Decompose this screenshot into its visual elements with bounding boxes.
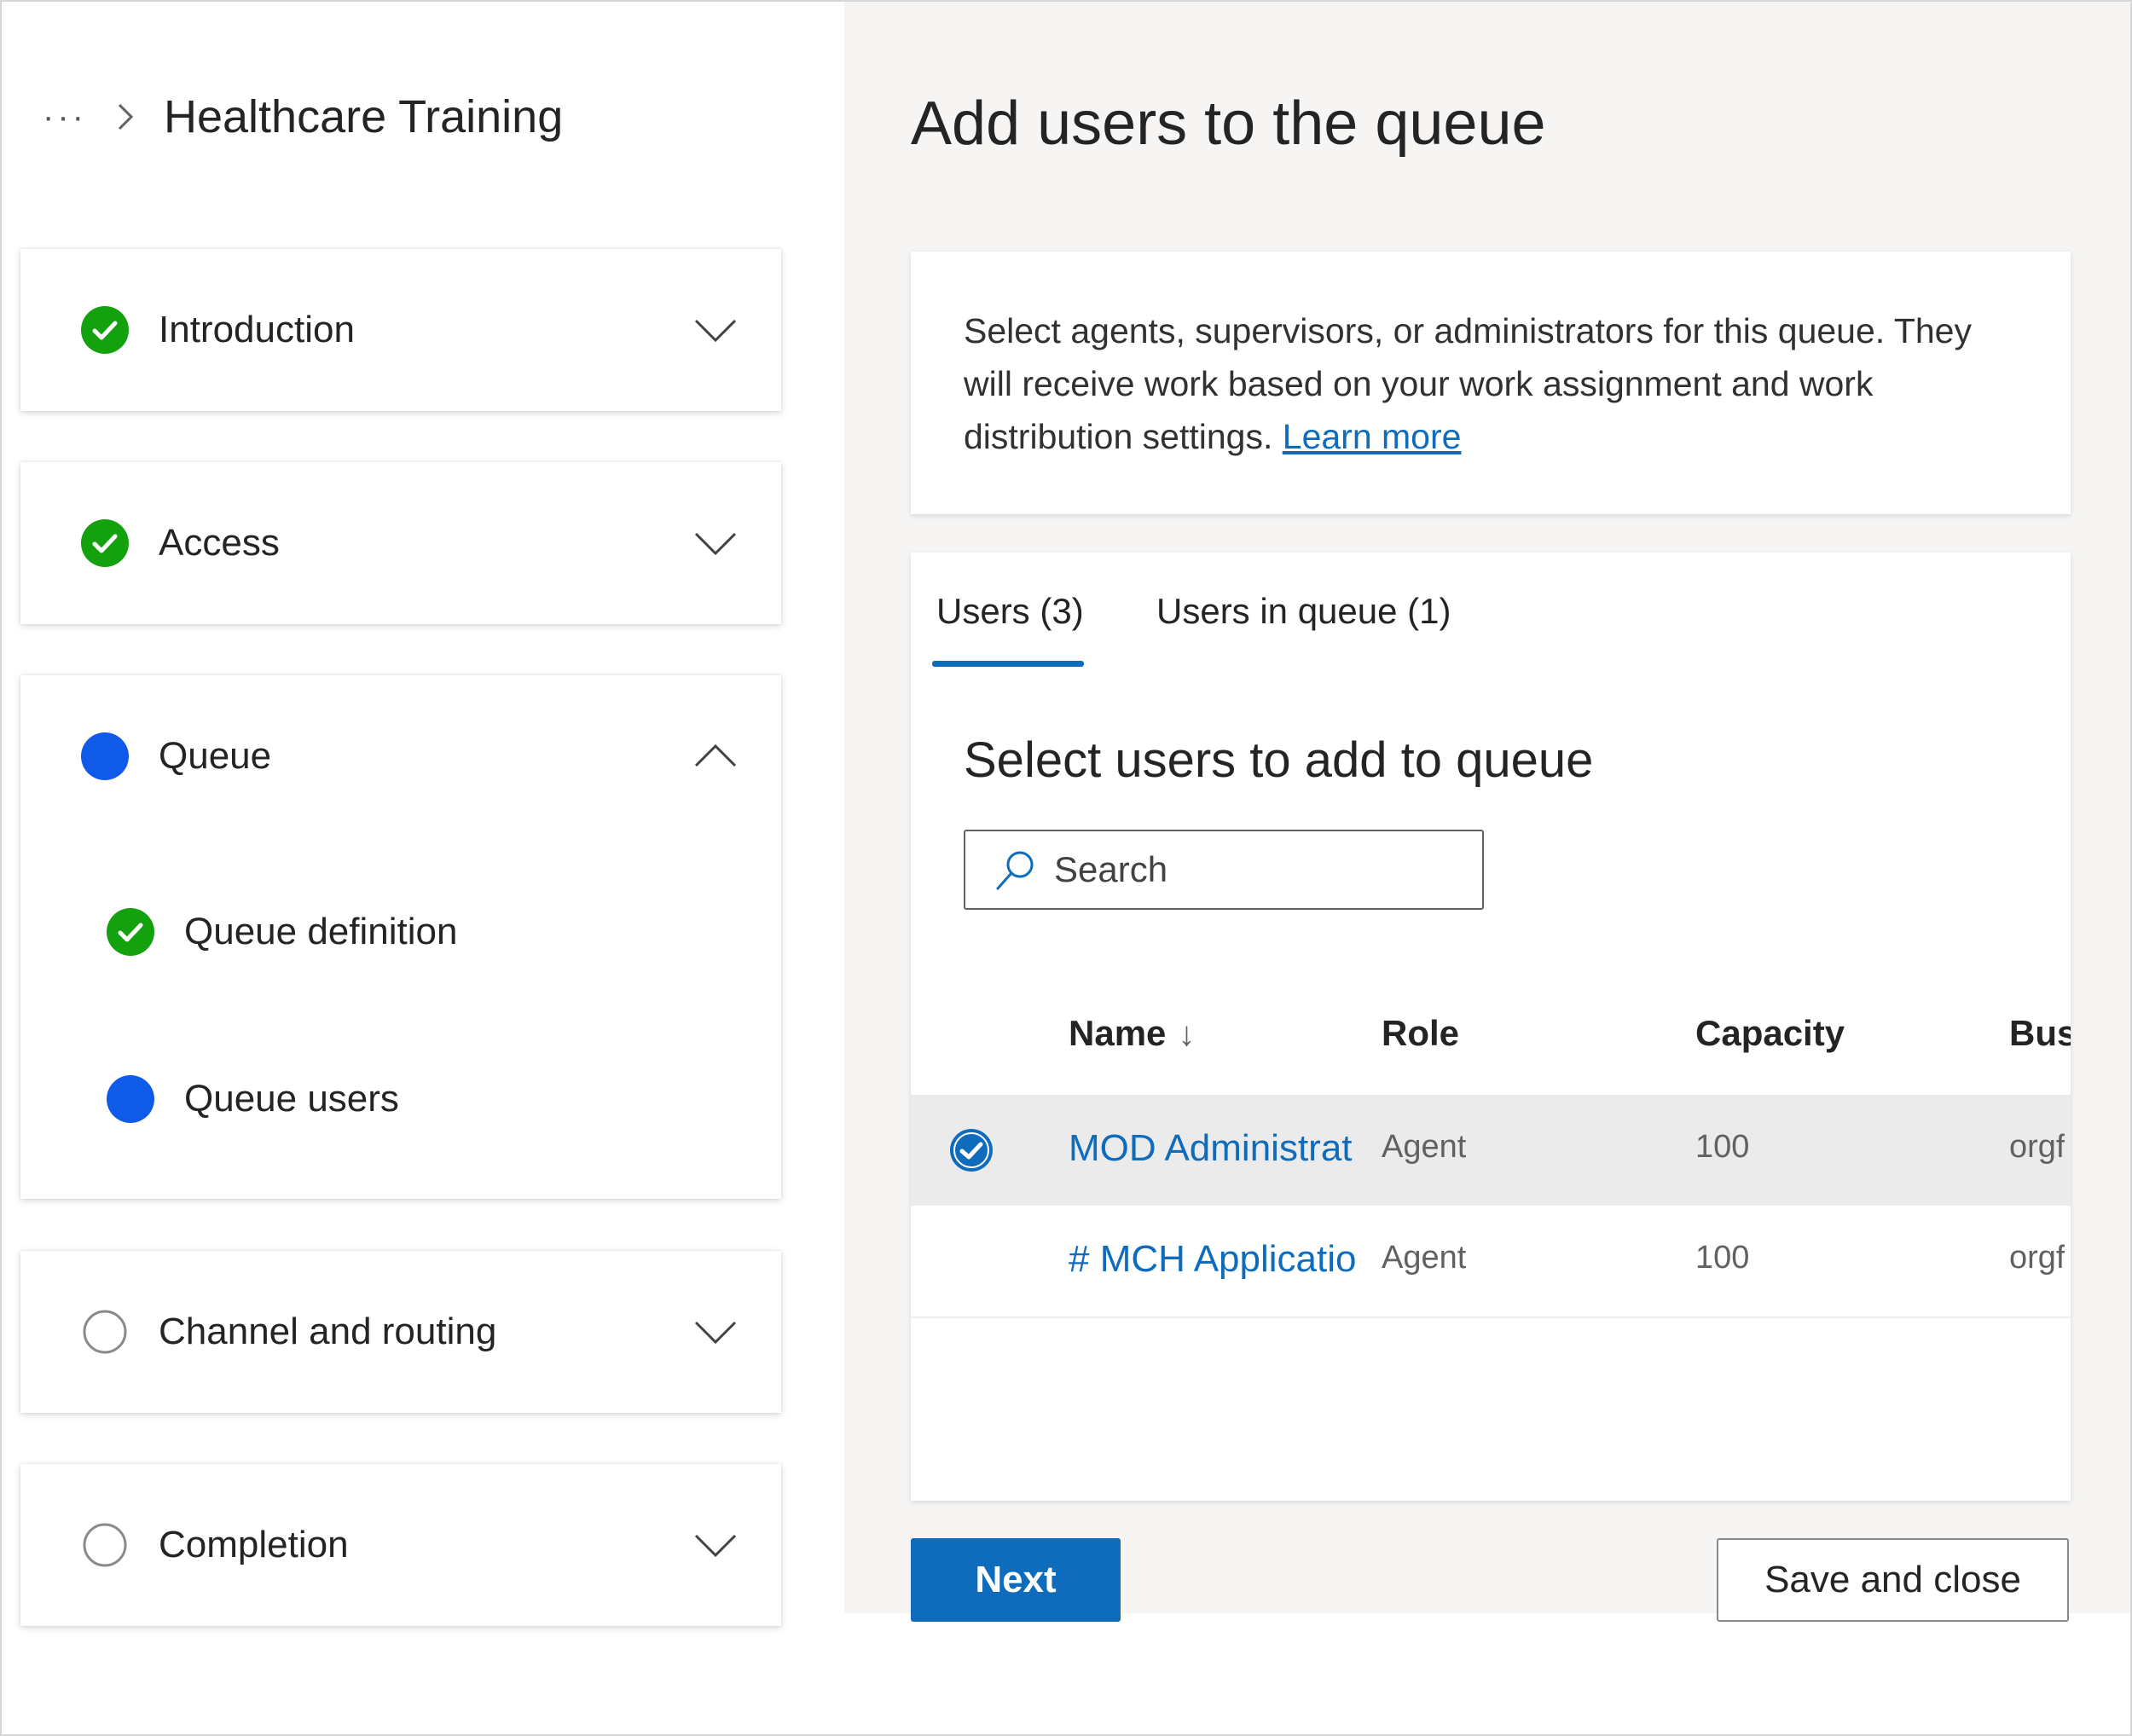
tab-users[interactable]: Users (3) (936, 591, 1084, 632)
current-step-icon (81, 732, 129, 780)
step-label: Introduction (159, 309, 355, 350)
chevron-down-icon[interactable] (692, 1522, 739, 1568)
checkmark-circle-icon[interactable] (948, 1127, 994, 1173)
step-card-completion[interactable]: Completion (20, 1464, 781, 1626)
chevron-right-icon (118, 103, 134, 130)
table-row[interactable]: MOD Administrat Agent 100 orgf (911, 1095, 2071, 1206)
more-icon[interactable]: ··· (43, 100, 87, 134)
user-name-link[interactable]: # MCH Applicatio (1069, 1238, 1355, 1281)
breadcrumb-title[interactable]: Healthcare Training (164, 91, 563, 142)
user-capacity: 100 (1695, 1240, 1750, 1276)
sort-descending-icon: ↓ (1178, 1016, 1196, 1053)
check-circle-icon (81, 519, 129, 567)
empty-circle-icon (83, 1310, 127, 1354)
search-input[interactable] (1052, 848, 1465, 891)
active-tab-indicator (932, 661, 1084, 667)
learn-more-link[interactable]: Learn more (1283, 417, 1462, 456)
chevron-down-icon[interactable] (692, 520, 739, 566)
step-label: Completion (159, 1524, 349, 1565)
chevron-down-icon[interactable] (692, 1309, 739, 1355)
info-text: Select agents, supervisors, or administr… (964, 304, 2030, 463)
step-navigation-pane: ··· Healthcare Training Introduction Acc… (2, 2, 844, 1734)
info-description: Select agents, supervisors, or administr… (964, 311, 1972, 456)
user-name-link[interactable]: MOD Administrat (1069, 1127, 1355, 1170)
substep-queue-definition[interactable]: Queue definition (106, 907, 457, 957)
save-and-close-button[interactable]: Save and close (1717, 1538, 2069, 1622)
next-button[interactable]: Next (911, 1538, 1121, 1622)
column-header-label: Name (1069, 1013, 1167, 1053)
user-bus: orgf (2009, 1129, 2065, 1165)
column-header-role[interactable]: Role (1382, 1013, 1459, 1054)
chevron-up-icon[interactable] (692, 733, 739, 779)
substep-queue-users[interactable]: Queue users (106, 1074, 399, 1124)
column-header-bus[interactable]: Bus (2009, 1013, 2071, 1054)
user-role: Agent (1382, 1129, 1467, 1165)
user-role: Agent (1382, 1240, 1467, 1276)
substep-label: Queue users (184, 1078, 399, 1120)
check-circle-icon (107, 908, 154, 956)
chevron-down-icon[interactable] (692, 307, 739, 353)
section-title: Select users to add to queue (964, 732, 1594, 788)
step-label: Queue (159, 735, 272, 777)
info-card: Select agents, supervisors, or administr… (911, 252, 2071, 514)
column-header-capacity[interactable]: Capacity (1695, 1013, 1845, 1054)
step-label: Access (159, 522, 280, 564)
step-card-introduction[interactable]: Introduction (20, 249, 781, 411)
step-card-queue[interactable]: Queue Queue definition Queue users (20, 675, 781, 1199)
step-label: Channel and routing (159, 1311, 497, 1352)
empty-circle-icon (83, 1523, 127, 1567)
check-circle-icon (81, 306, 129, 354)
current-step-icon (107, 1075, 154, 1123)
users-card: Users (3) Users in queue (1) Select user… (911, 553, 2071, 1501)
page-title: Add users to the queue (911, 90, 1546, 158)
user-bus: orgf (2009, 1240, 2065, 1276)
user-capacity: 100 (1695, 1129, 1750, 1165)
search-icon (996, 851, 1034, 890)
breadcrumb: ··· Healthcare Training (43, 91, 563, 142)
step-card-channel-routing[interactable]: Channel and routing (20, 1251, 781, 1413)
substep-label: Queue definition (184, 911, 458, 952)
tab-users-in-queue[interactable]: Users in queue (1) (1156, 591, 1451, 632)
table-row[interactable]: # MCH Applicatio Agent 100 orgf (911, 1206, 2071, 1318)
search-box[interactable] (964, 830, 1484, 910)
column-header-name[interactable]: Name ↓ (1069, 1013, 1195, 1054)
step-card-access[interactable]: Access (20, 462, 781, 624)
